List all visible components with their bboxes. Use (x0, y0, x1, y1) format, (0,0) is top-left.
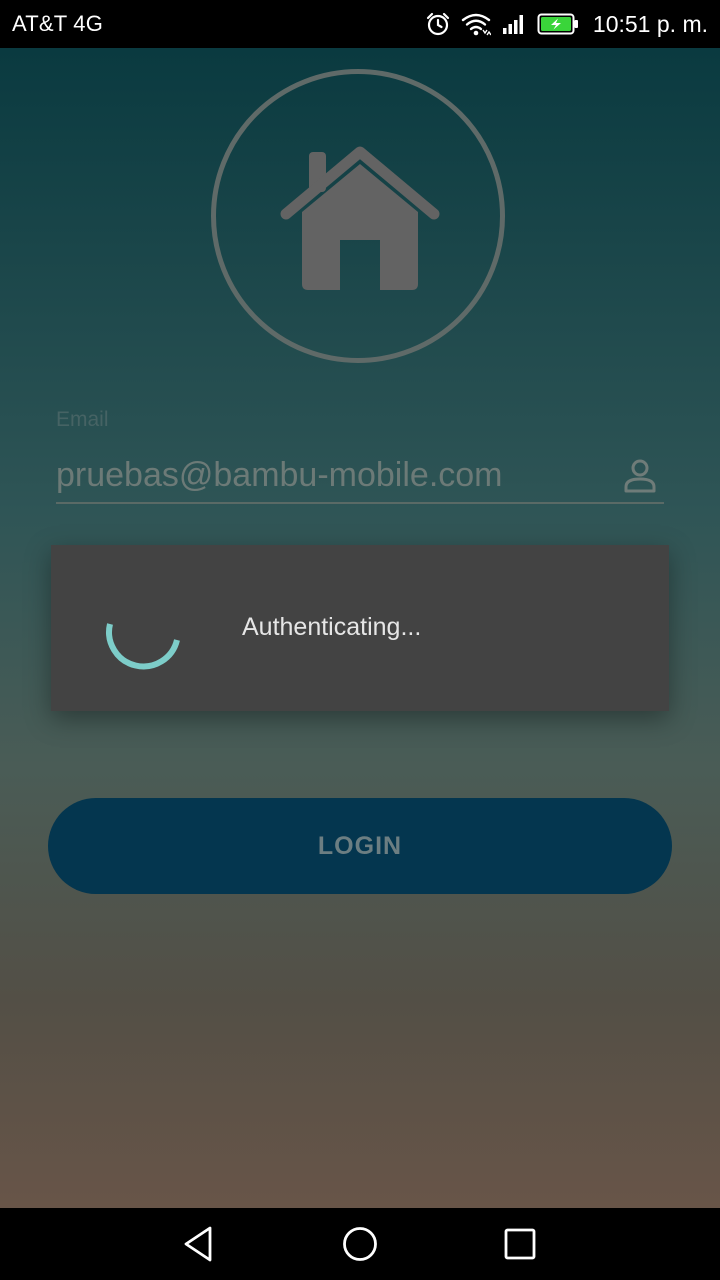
signal-icon (501, 12, 527, 36)
battery-charging-icon (537, 12, 579, 36)
loading-spinner-icon (106, 623, 180, 670)
carrier-label: AT&T 4G (12, 11, 104, 36)
progress-dialog: Authenticating... (51, 545, 669, 711)
home-circle-icon[interactable] (338, 1222, 382, 1266)
home-icon (280, 146, 440, 290)
clock: 10:51 p. m. (592, 10, 708, 37)
email-label: Email (56, 408, 109, 431)
email-field[interactable]: pruebas@bambu-mobile.com (56, 452, 664, 504)
recents-icon[interactable] (498, 1222, 542, 1266)
email-value[interactable]: pruebas@bambu-mobile.com (56, 456, 503, 495)
login-button[interactable]: LOGIN (48, 798, 672, 894)
login-screen: Email pruebas@bambu-mobile.com Authentic… (0, 48, 720, 1208)
wifi-icon (461, 11, 491, 37)
person-icon (624, 459, 656, 493)
navigation-bar (0, 1208, 720, 1280)
login-button-label: LOGIN (317, 831, 403, 860)
status-bar: AT&T 4G 10:51 p. m. (0, 0, 720, 48)
dialog-message: Authenticating... (242, 613, 422, 641)
alarm-icon (425, 11, 451, 37)
back-icon[interactable] (178, 1222, 222, 1266)
status-icons: 10:51 p. m. (425, 11, 708, 38)
